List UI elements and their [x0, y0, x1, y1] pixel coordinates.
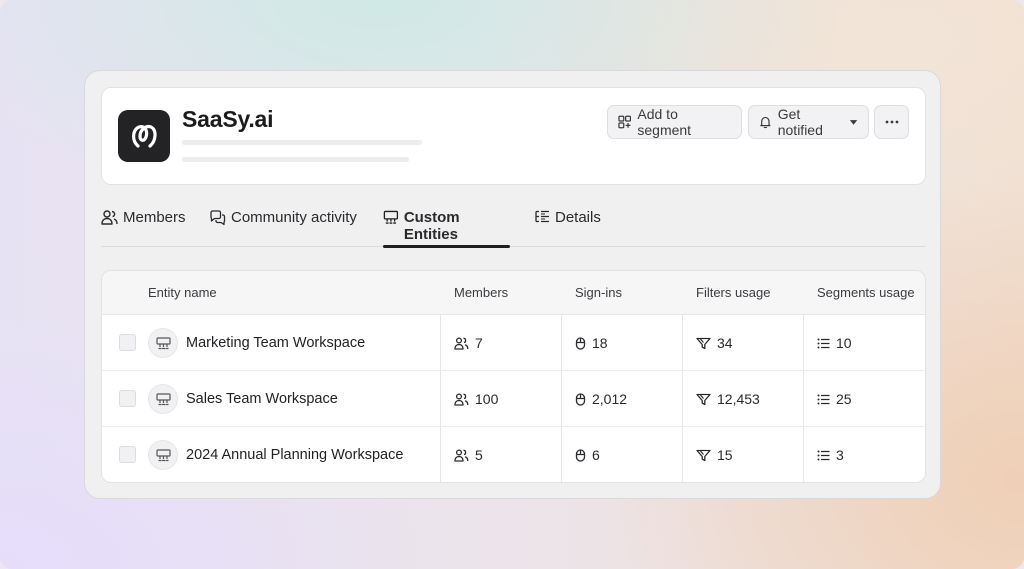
header-entity-name[interactable]: Entity name: [148, 271, 217, 315]
members-cell: 100: [454, 371, 498, 427]
members-cell: 5: [454, 427, 483, 482]
company-name: SaaSy.ai: [182, 106, 274, 132]
signins-count: 18: [592, 335, 608, 351]
signins-count: 6: [592, 447, 600, 463]
filter-icon: [696, 337, 711, 349]
tab-community-activity[interactable]: Community activity: [209, 209, 357, 247]
users-icon: [101, 210, 118, 225]
more-horizontal-icon: [885, 120, 898, 124]
skeleton-line: [182, 140, 422, 145]
segments-cell: 10: [817, 315, 852, 371]
entity-name[interactable]: 2024 Annual Planning Workspace: [186, 447, 403, 463]
bell-icon: [760, 116, 771, 129]
tab-custom-entities[interactable]: Custom Entities: [383, 209, 510, 248]
row-checkbox[interactable]: [119, 446, 136, 463]
header-sign-ins[interactable]: Sign-ins: [575, 271, 622, 315]
table-row[interactable]: 2024 Annual Planning Workspace 5 6 15 3: [102, 427, 925, 482]
entity-cell: Sales Team Workspace: [148, 371, 338, 427]
tab-details[interactable]: Details: [535, 209, 601, 247]
filter-icon: [696, 393, 711, 405]
list-icon: [817, 450, 830, 460]
add-to-segment-label: Add to segment: [637, 106, 692, 138]
members-count: 5: [475, 447, 483, 463]
mouse-icon: [575, 336, 586, 350]
members-count: 100: [475, 391, 499, 407]
segments-count: 25: [836, 391, 852, 407]
chat-bubbles-icon: [210, 210, 226, 226]
tab-community-activity-label: Community activity: [231, 209, 357, 226]
filters-cell: 34: [696, 315, 733, 371]
entity-icon: [148, 384, 178, 414]
tab-members[interactable]: Members: [101, 209, 186, 247]
entity-cell: 2024 Annual Planning Workspace: [148, 427, 403, 482]
tab-bar: Members Community activity Custom Entiti…: [101, 199, 926, 248]
signins-cell: 6: [575, 427, 600, 482]
segment-icon: [618, 115, 632, 129]
table-row[interactable]: Sales Team Workspace 100 2,012 12,453 25: [102, 371, 925, 427]
segments-count: 3: [836, 447, 844, 463]
users-icon: [454, 336, 469, 350]
table-row[interactable]: Marketing Team Workspace 7 18 34 10: [102, 315, 925, 371]
entity-icon: [148, 328, 178, 358]
add-to-segment-button[interactable]: Add to segment: [607, 105, 742, 139]
entity-name[interactable]: Marketing Team Workspace: [186, 335, 365, 351]
filters-count: 15: [717, 447, 733, 463]
company-logo: [118, 110, 170, 162]
users-icon: [454, 448, 469, 462]
entity-cell: Marketing Team Workspace: [148, 315, 365, 371]
entities-table: Entity name Members Sign-ins Filters usa…: [101, 270, 926, 483]
filters-cell: 15: [696, 427, 733, 482]
skeleton-line: [182, 157, 409, 162]
entity-icon: [148, 440, 178, 470]
list-details-icon: [535, 210, 549, 223]
filters-count: 34: [717, 335, 733, 351]
tab-details-label: Details: [555, 209, 601, 226]
mouse-icon: [575, 448, 586, 462]
segments-cell: 3: [817, 427, 844, 482]
header-filters-usage[interactable]: Filters usage: [696, 271, 770, 315]
logo-mark-icon: [132, 124, 157, 148]
table-header: Entity name Members Sign-ins Filters usa…: [102, 271, 925, 315]
filters-cell: 12,453: [696, 371, 760, 427]
segments-count: 10: [836, 335, 852, 351]
entity-panel: SaaSy.ai Add to segment Get notified Mem…: [84, 70, 941, 499]
segments-cell: 25: [817, 371, 852, 427]
company-header: SaaSy.ai Add to segment Get notified: [101, 87, 926, 185]
caret-down-icon: [849, 120, 858, 125]
header-members[interactable]: Members: [454, 271, 508, 315]
entity-icon: [383, 210, 399, 224]
mouse-icon: [575, 392, 586, 406]
signins-cell: 2,012: [575, 371, 627, 427]
tab-custom-entities-label: Custom Entities: [403, 209, 460, 243]
users-icon: [454, 392, 469, 406]
row-checkbox[interactable]: [119, 390, 136, 407]
header-segments-usage[interactable]: Segments usage: [817, 271, 915, 315]
filter-icon: [696, 449, 711, 461]
tab-members-label: Members: [123, 209, 186, 226]
members-count: 7: [475, 335, 483, 351]
signins-count: 2,012: [592, 391, 628, 407]
row-checkbox[interactable]: [119, 334, 136, 351]
more-options-button[interactable]: [874, 105, 909, 139]
members-cell: 7: [454, 315, 483, 371]
signins-cell: 18: [575, 315, 608, 371]
list-icon: [817, 394, 830, 404]
get-notified-label: Get notified: [777, 106, 823, 138]
list-icon: [817, 338, 830, 348]
entity-name[interactable]: Sales Team Workspace: [186, 391, 338, 407]
get-notified-button[interactable]: Get notified: [748, 105, 869, 139]
filters-count: 12,453: [717, 391, 760, 407]
